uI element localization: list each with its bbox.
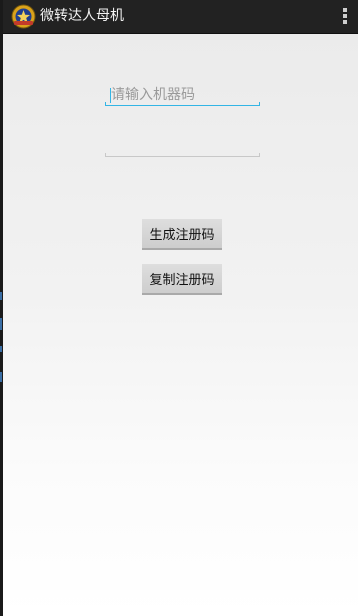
action-bar: 微转达人母机 xyxy=(3,0,358,34)
input-underline xyxy=(105,156,260,157)
phone-screen: 微转达人母机 生成注册码 复制注册码 xyxy=(0,0,358,616)
edge-mark xyxy=(0,346,2,352)
edge-mark xyxy=(0,318,2,330)
overflow-menu-icon[interactable] xyxy=(342,8,348,25)
edge-mark xyxy=(0,372,2,382)
input-underline-tick xyxy=(105,153,106,157)
text-cursor xyxy=(110,88,111,103)
machine-code-field xyxy=(105,86,260,106)
overflow-dot xyxy=(343,8,347,12)
machine-code-input[interactable] xyxy=(105,86,260,104)
app-badge-icon[interactable] xyxy=(11,4,36,29)
main-content: 生成注册码 复制注册码 xyxy=(3,34,358,616)
registration-code-field xyxy=(105,137,260,157)
copy-code-button[interactable]: 复制注册码 xyxy=(142,264,222,295)
edge-mark xyxy=(0,292,2,300)
app-title: 微转达人母机 xyxy=(40,8,124,24)
input-underline-tick xyxy=(105,102,106,106)
overflow-dot xyxy=(343,20,347,24)
input-underline xyxy=(105,105,260,106)
input-underline-tick xyxy=(259,102,260,106)
input-underline-tick xyxy=(259,153,260,157)
generate-code-button[interactable]: 生成注册码 xyxy=(142,219,222,250)
overflow-dot xyxy=(343,14,347,18)
registration-code-input[interactable] xyxy=(105,137,260,155)
